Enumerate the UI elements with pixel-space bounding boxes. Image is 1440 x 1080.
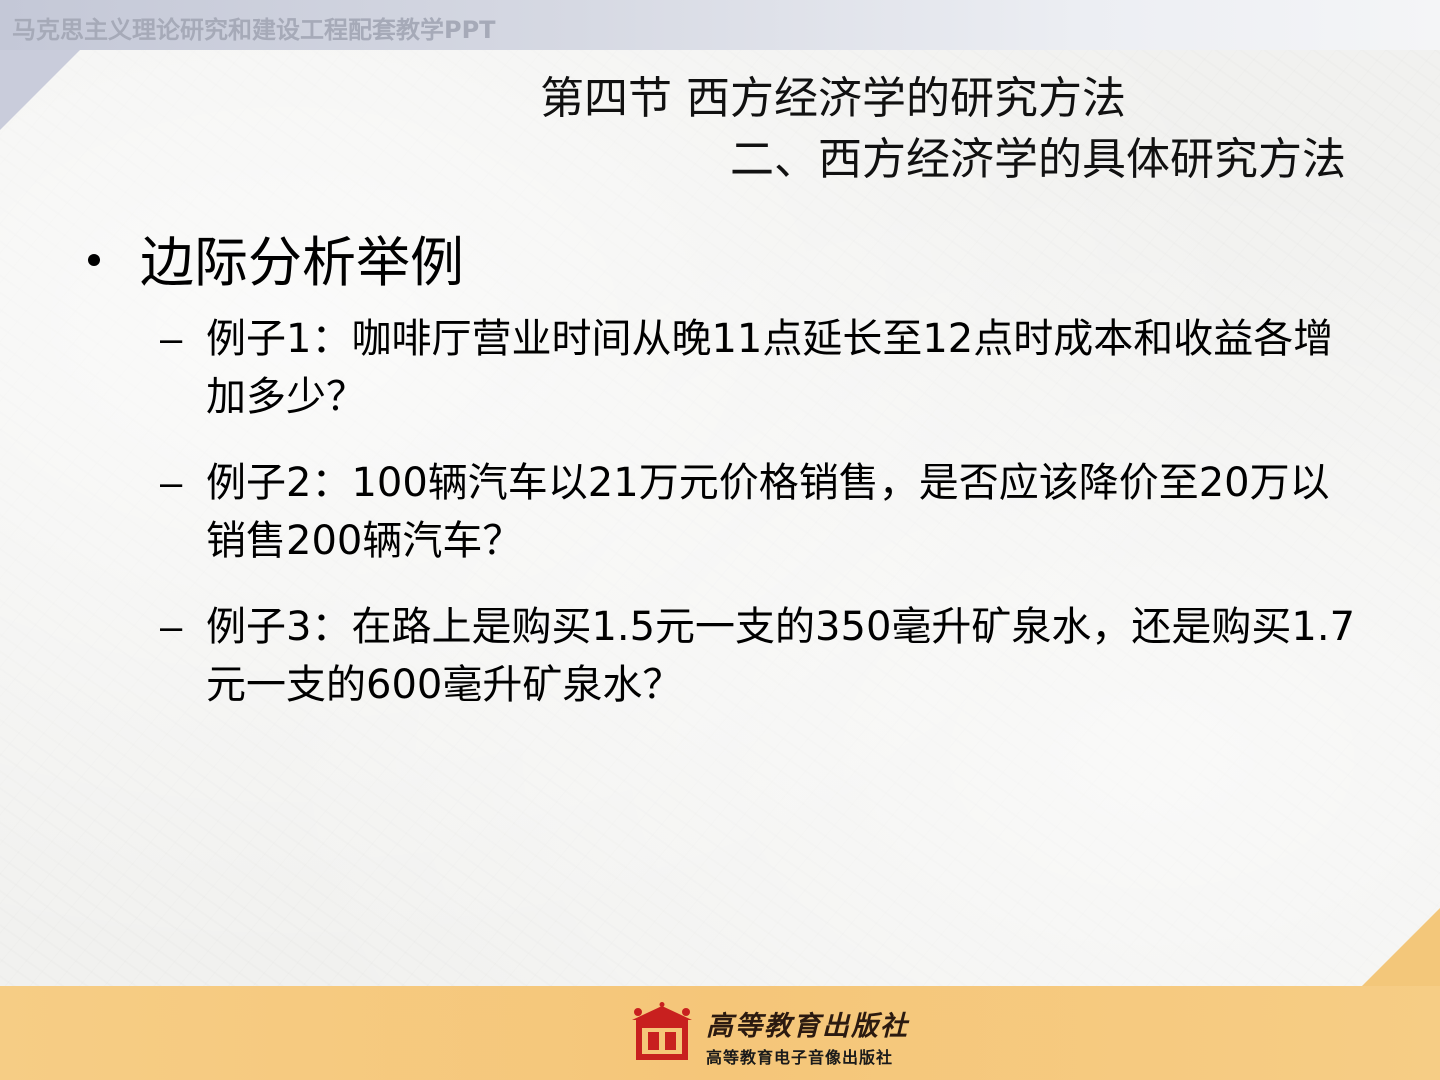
main-bullet-text: 边际分析举例 <box>140 231 464 294</box>
decorative-corner-top-left <box>0 50 80 130</box>
example-item-1: – 例子1：咖啡厅营业时间从晚11点延长至12点时成本和收益各增加多少？ <box>160 310 1360 426</box>
example-list: – 例子1：咖啡厅营业时间从晚11点延长至12点时成本和收益各增加多少？ – 例… <box>160 310 1360 742</box>
example-text-3: 例子3：在路上是购买1.5元一支的350毫升矿泉水，还是购买1.7元一支的600… <box>206 604 1356 708</box>
publisher-seal-icon <box>632 1002 692 1060</box>
dash-icon: – <box>160 317 183 361</box>
example-text-2: 例子2：100辆汽车以21万元价格销售，是否应该降价至20万以销售200辆汽车？ <box>206 460 1330 564</box>
publisher-name-calligraphy: 高等教育出版社 <box>706 1011 909 1042</box>
header-band: 马克思主义理论研究和建设工程配套教学PPT <box>0 0 1440 50</box>
decorative-corner-bottom-right <box>1362 908 1440 986</box>
publisher-subtitle: 高等教育电子音像出版社 <box>706 1048 894 1067</box>
section-title: 第四节 西方经济学的研究方法 <box>540 73 1126 124</box>
example-text-1: 例子1：咖啡厅营业时间从晚11点延长至12点时成本和收益各增加多少？ <box>206 316 1334 420</box>
dash-icon: – <box>160 461 183 505</box>
dash-icon: – <box>160 605 183 649</box>
example-item-3: – 例子3：在路上是购买1.5元一支的350毫升矿泉水，还是购买1.7元一支的6… <box>160 598 1360 714</box>
main-bullet: 边际分析举例 <box>88 218 464 297</box>
subsection-title: 二、西方经济学的具体研究方法 <box>730 134 1346 185</box>
example-item-2: – 例子2：100辆汽车以21万元价格销售，是否应该降价至20万以销售200辆汽… <box>160 454 1360 570</box>
bullet-dot-icon <box>88 253 100 266</box>
course-header-text: 马克思主义理论研究和建设工程配套教学PPT <box>12 16 496 44</box>
